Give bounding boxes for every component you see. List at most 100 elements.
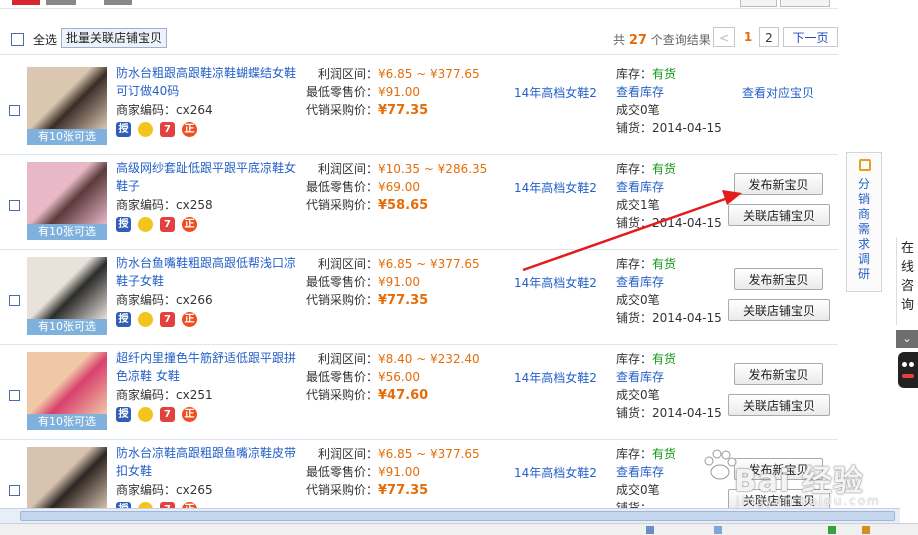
product-title-link[interactable]: 超纤内里撞色牛筋舒适低跟平跟拼色凉鞋 女鞋 [116, 349, 306, 385]
flower-badge-icon[interactable] [138, 407, 153, 422]
seven-day-return-icon[interactable]: 7 [160, 122, 175, 137]
chevron-down-icon[interactable]: ⌄ [896, 330, 918, 348]
stock-info: 库存：有货 查看库存 成交1笔 铺货：2014-04-15 [616, 162, 722, 230]
category-link[interactable]: 14年高档女鞋2 [514, 84, 597, 101]
product-title-link[interactable]: 防水台粗跟高跟鞋凉鞋蝴蝶结女鞋可订做40码 [116, 64, 306, 100]
authorized-badge-icon[interactable]: 授 [116, 312, 131, 327]
publish-item-button[interactable]: 发布新宝贝 [734, 458, 823, 480]
product-thumbnail[interactable]: 有10张可选 [27, 67, 107, 145]
genuine-badge-icon[interactable]: 正 [182, 407, 197, 422]
listed-date: 铺货：2014-04-15 [616, 311, 722, 325]
top-tab[interactable] [46, 0, 76, 5]
authorized-badge-icon[interactable]: 授 [116, 217, 131, 232]
genuine-badge-icon[interactable]: 正 [182, 122, 197, 137]
row-checkbox[interactable] [9, 200, 20, 211]
category-link[interactable]: 14年高档女鞋2 [514, 464, 597, 481]
thumb-caption[interactable]: 有10张可选 [27, 224, 107, 240]
view-stock-link[interactable]: 查看库存 [616, 83, 722, 101]
listed-date: 铺货：2014-04-15 [616, 121, 722, 135]
relate-store-item-button[interactable]: 关联店铺宝贝 [728, 204, 830, 226]
product-title-link[interactable]: 防水台凉鞋高跟粗跟鱼嘴凉鞋皮带扣女鞋 [116, 444, 306, 480]
relate-store-item-button[interactable]: 关联店铺宝贝 [728, 299, 830, 321]
page-1[interactable]: 1 [740, 27, 756, 47]
product-title-link[interactable]: 防水台鱼嘴鞋粗跟高跟低帮浅口凉鞋子女鞋 [116, 254, 306, 290]
top-tab[interactable] [104, 0, 132, 5]
category-link[interactable]: 14年高档女鞋2 [514, 179, 597, 196]
deal-count: 成交0笔 [616, 388, 660, 402]
category-link[interactable]: 14年高档女鞋2 [514, 274, 597, 291]
profit-range: ¥6.85 ~ ¥377.65 [378, 67, 480, 81]
distribution-price: ¥58.65 [378, 198, 429, 213]
view-item-link[interactable]: 查看对应宝贝 [742, 84, 814, 101]
service-badges: 授 7正 [116, 407, 204, 423]
product-row: 有10张可选 高级网纱套趾低跟平跟平底凉鞋女鞋子 商家编码：cx258 授7正 … [0, 155, 838, 250]
survey-label: 分销商需求调研 [858, 177, 871, 281]
profit-range: ¥8.40 ~ ¥232.40 [378, 352, 480, 366]
scrollbar-thumb[interactable] [20, 511, 895, 521]
product-title-link[interactable]: 高级网纱套趾低跟平跟平底凉鞋女鞋子 [116, 159, 306, 195]
product-thumbnail[interactable]: 有10张可选 [27, 257, 107, 335]
distributor-survey-panel[interactable]: 分销商需求调研 [846, 152, 882, 292]
min-retail-price: ¥56.00 [378, 370, 420, 384]
horizontal-scrollbar[interactable] [0, 508, 900, 523]
product-thumbnail[interactable]: 有10张可选 [27, 162, 107, 240]
view-stock-link[interactable]: 查看库存 [616, 463, 676, 481]
next-page-button[interactable]: 下一页 [783, 27, 838, 47]
top-button[interactable] [740, 0, 777, 7]
seven-day-return-icon[interactable]: 7 [160, 407, 175, 422]
result-count-number: 27 [628, 33, 647, 48]
row-checkbox[interactable] [9, 295, 20, 306]
prev-page-button[interactable]: < [713, 27, 735, 47]
authorized-badge-icon[interactable]: 授 [116, 407, 131, 422]
publish-item-button[interactable]: 发布新宝贝 [734, 268, 823, 290]
flower-badge-icon[interactable] [138, 217, 153, 232]
deal-count: 成交0笔 [616, 293, 660, 307]
genuine-badge-icon[interactable]: 正 [182, 312, 197, 327]
publish-item-button[interactable]: 发布新宝贝 [734, 363, 823, 385]
thumb-caption[interactable]: 有10张可选 [27, 129, 107, 145]
robot-mascot-icon[interactable] [898, 352, 918, 388]
page-2[interactable]: 2 [759, 27, 779, 47]
min-retail-price: ¥91.00 [378, 275, 420, 289]
stock-status: 有货 [652, 447, 677, 461]
product-image[interactable] [27, 447, 107, 509]
seven-day-return-icon[interactable]: 7 [160, 217, 175, 232]
product-thumbnail[interactable]: 有10张可选 [27, 352, 107, 430]
product-row: 有10张可选 防水台鱼嘴鞋粗跟高跟低帮浅口凉鞋子女鞋 商家编码：cx266 授 7… [0, 250, 838, 345]
online-chat-tab[interactable]: 在线咨询 [896, 237, 918, 325]
view-stock-link[interactable]: 查看库存 [616, 273, 722, 291]
publish-item-button[interactable]: 发布新宝贝 [734, 173, 823, 195]
profit-range: ¥6.85 ~ ¥377.65 [378, 257, 480, 271]
batch-relate-button[interactable]: 批量关联店铺宝贝 [61, 28, 168, 48]
row-checkbox[interactable] [9, 105, 20, 116]
select-all-label[interactable]: 全选 [33, 31, 57, 48]
view-stock-link[interactable]: 查看库存 [616, 368, 722, 386]
product-image[interactable] [27, 352, 107, 414]
top-button[interactable] [780, 0, 830, 7]
top-tab-active[interactable] [12, 0, 40, 5]
seven-day-return-icon[interactable]: 7 [160, 312, 175, 327]
stock-info: 库存：有货 查看库存 成交0笔 铺货：2014-04-15 [616, 257, 722, 325]
thumb-caption[interactable]: 有10张可选 [27, 319, 107, 335]
select-all-checkbox[interactable] [11, 33, 24, 46]
row-checkbox[interactable] [9, 485, 20, 496]
deal-count: 成交0笔 [616, 483, 660, 497]
row-checkbox[interactable] [9, 390, 20, 401]
authorized-badge-icon[interactable]: 授 [116, 122, 131, 137]
category-link[interactable]: 14年高档女鞋2 [514, 369, 597, 386]
product-image[interactable] [27, 162, 107, 224]
product-code: 商家编码：cx266 [116, 293, 213, 307]
genuine-badge-icon[interactable]: 正 [182, 217, 197, 232]
service-badges: 授 7正 [116, 312, 204, 328]
product-image[interactable] [27, 67, 107, 129]
stock-status: 有货 [652, 352, 677, 366]
view-stock-link[interactable]: 查看库存 [616, 178, 722, 196]
thumb-caption[interactable]: 有10张可选 [27, 414, 107, 430]
price-info: 利润区间：¥6.85 ~ ¥377.65 最低零售价：¥91.00 代销采购价：… [306, 447, 480, 498]
flower-badge-icon[interactable] [138, 312, 153, 327]
flower-badge-icon[interactable] [138, 122, 153, 137]
product-row: 有10张可选 超纤内里撞色牛筋舒适低跟平跟拼色凉鞋 女鞋 商家编码：cx251 … [0, 345, 838, 440]
relate-store-item-button[interactable]: 关联店铺宝贝 [728, 394, 830, 416]
online-chat-label: 在线咨询 [901, 241, 915, 313]
product-image[interactable] [27, 257, 107, 319]
